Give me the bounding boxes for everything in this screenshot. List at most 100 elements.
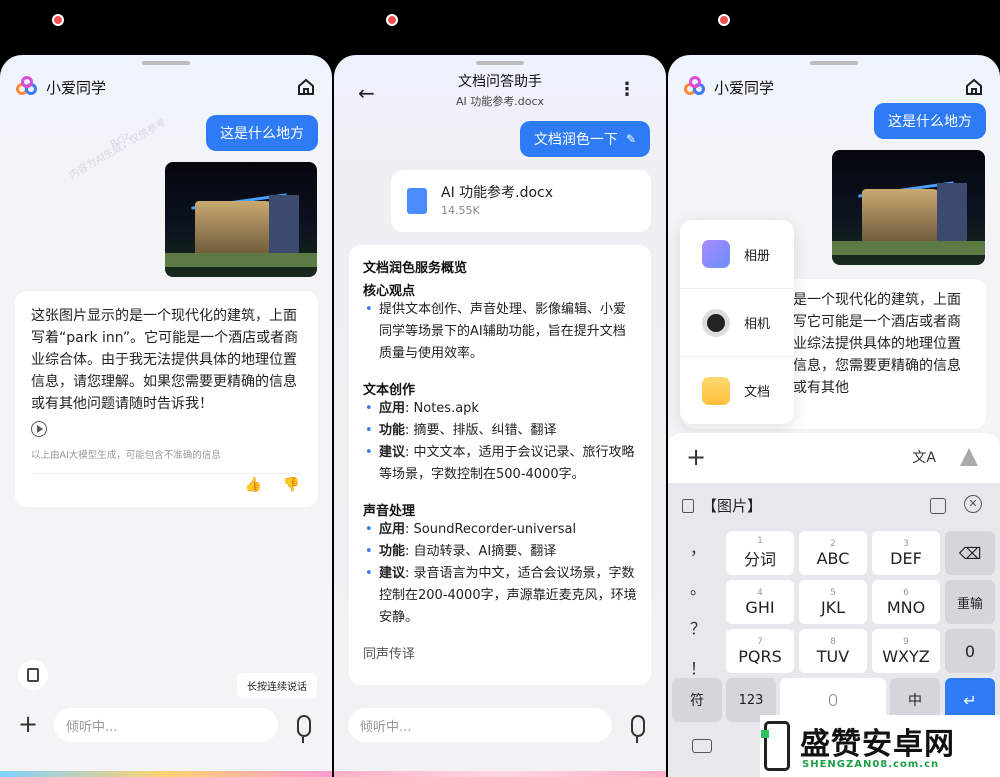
user-message: 这是什么地方 bbox=[874, 103, 986, 139]
list-value: : 录音语言为中文，适合会议场景，字数控制在200-4000字，声源靠近麦克风，… bbox=[379, 566, 637, 625]
list-value: : Notes.apk bbox=[405, 401, 479, 416]
list-item: 建议: 录音语言为中文，适合会议场景，字数控制在200-4000字，声源靠近麦克… bbox=[363, 563, 637, 629]
list-item: 应用: Notes.apk bbox=[363, 398, 637, 420]
key-label: WXYZ bbox=[882, 646, 930, 666]
key-4[interactable]: 4 GHI bbox=[726, 580, 794, 624]
add-icon[interactable]: + bbox=[686, 443, 706, 471]
section-title: 同声传译 bbox=[363, 647, 416, 662]
list-value: : 自动转录、AI摘要、翻译 bbox=[405, 544, 557, 559]
doc-header: 文档问答助手 AI 功能参考.docx bbox=[334, 71, 666, 109]
user-message: 这是什么地方 bbox=[206, 115, 318, 151]
album-icon bbox=[702, 240, 730, 268]
reenter-key[interactable]: 重输 bbox=[945, 580, 995, 624]
key-num: 5 bbox=[830, 587, 836, 598]
key-5[interactable]: 5 JKL bbox=[799, 580, 867, 624]
voice-input[interactable]: 倾听中... bbox=[348, 708, 612, 742]
brand-url: SHENGZAN08.com.cn bbox=[802, 759, 940, 770]
list-item: 功能: 自动转录、AI摘要、翻译 bbox=[363, 541, 637, 563]
key-num: 3 bbox=[903, 538, 909, 549]
list-value: : 摘要、排版、纠错、翻译 bbox=[405, 423, 557, 438]
core-title: 核心观点 bbox=[363, 284, 416, 299]
compose-bar: + 文A bbox=[668, 433, 1000, 483]
ime-mode-icon[interactable] bbox=[930, 498, 946, 514]
key-label: JKL bbox=[820, 597, 846, 617]
backspace-key[interactable]: ⌫ bbox=[945, 531, 995, 575]
play-icon[interactable] bbox=[31, 421, 47, 437]
header: 小爱同学 bbox=[0, 69, 332, 105]
panel-attach-keyboard: 小爱同学 这是什么地方 是一个现代化的建筑，上面写它可能是一个酒店或者商业综法提… bbox=[668, 55, 1000, 777]
section-title: 文本创作 bbox=[363, 383, 416, 398]
menu-item-camera[interactable]: 相机 bbox=[680, 288, 794, 356]
core-text: 提供文本创作、声音处理、影像编辑、小爱同学等场景下的AI辅助功能，旨在提升文档质… bbox=[363, 299, 637, 365]
file-name: AI 功能参考.docx bbox=[441, 185, 554, 201]
menu-item-document[interactable]: 文档 bbox=[680, 356, 794, 424]
key-3[interactable]: 3 DEF bbox=[872, 531, 940, 575]
voice-input[interactable]: 倾听中... bbox=[54, 708, 278, 742]
assistant-title: 文档问答助手 bbox=[458, 74, 542, 90]
add-icon[interactable]: + bbox=[18, 710, 38, 738]
assistant-subtitle: AI 功能参考.docx bbox=[455, 95, 545, 108]
translate-icon[interactable]: 文A bbox=[912, 447, 936, 467]
more-icon[interactable]: ⋮ bbox=[618, 79, 636, 100]
key-num: 4 bbox=[757, 587, 763, 598]
drag-handle[interactable] bbox=[476, 61, 524, 65]
drag-handle[interactable] bbox=[142, 61, 190, 65]
list-key: 建议 bbox=[379, 445, 406, 460]
user-message-text: 文档润色一下 bbox=[533, 132, 618, 148]
header: 小爱同学 bbox=[668, 69, 1000, 105]
key-2[interactable]: 2 ABC bbox=[799, 531, 867, 575]
uploaded-photo[interactable] bbox=[165, 162, 317, 277]
send-icon[interactable] bbox=[960, 448, 978, 466]
attach-menu: 相册 相机 文档 bbox=[680, 220, 794, 424]
close-icon[interactable]: ✕ bbox=[964, 495, 982, 513]
symbol-key[interactable]: ？ bbox=[688, 615, 708, 639]
thumbs-down-icon[interactable]: 👎 bbox=[283, 477, 300, 493]
app-title: 小爱同学 bbox=[46, 78, 107, 97]
hold-icon bbox=[27, 668, 39, 682]
key-8[interactable]: 8 TUV bbox=[799, 629, 867, 673]
uploaded-photo[interactable] bbox=[832, 150, 985, 265]
key-7[interactable]: 7 PQRS bbox=[726, 629, 794, 673]
symbol-mode-key[interactable]: 符 bbox=[672, 678, 722, 722]
xiaoai-logo-icon bbox=[684, 76, 706, 98]
ai-disclaimer: 以上由AI大模型生成，可能包含不准确的信息 bbox=[31, 450, 221, 461]
symbol-key[interactable]: ， bbox=[688, 535, 708, 559]
section-title: 声音处理 bbox=[363, 504, 416, 519]
key-9[interactable]: 9 WXYZ bbox=[872, 629, 940, 673]
list-key: 功能 bbox=[379, 423, 406, 438]
list-key: 功能 bbox=[379, 544, 406, 559]
mic-icon[interactable] bbox=[297, 715, 311, 743]
symbol-key[interactable]: ！ bbox=[688, 655, 708, 679]
menu-item-album[interactable]: 相册 bbox=[680, 220, 794, 288]
answer-card: 文档润色服务概览 核心观点 提供文本创作、声音处理、影像编辑、小爱同学等场景下的… bbox=[349, 245, 651, 685]
keyboard-switch-icon[interactable] bbox=[692, 739, 712, 753]
edit-icon: ✎ bbox=[625, 132, 636, 146]
answer-heading: 文档润色服务概览 bbox=[363, 261, 468, 276]
drag-handle[interactable] bbox=[810, 61, 858, 65]
list-key: 应用 bbox=[379, 522, 406, 537]
home-icon[interactable] bbox=[296, 77, 316, 97]
document-icon bbox=[702, 376, 730, 405]
speaker-button[interactable] bbox=[18, 660, 48, 690]
key-label: MNO bbox=[886, 597, 926, 617]
brand-name: 盛赞安卓网 bbox=[800, 727, 955, 762]
panel-doc-assistant: ← 文档问答助手 AI 功能参考.docx ⋮ 文档润色一下 ✎ AI 功能参考… bbox=[334, 55, 666, 777]
menu-label: 相册 bbox=[744, 248, 771, 264]
list-key: 建议 bbox=[379, 566, 406, 581]
key-6[interactable]: 6 MNO bbox=[872, 580, 940, 624]
list-item: 建议: 中文文本，适用于会议记录、旅行攻略等场景，字数控制在500-4000字。 bbox=[363, 442, 637, 486]
key-label: 分词 bbox=[743, 550, 776, 569]
key-1[interactable]: 1 分词 bbox=[726, 531, 794, 575]
clipboard-icon[interactable] bbox=[682, 499, 694, 513]
home-icon[interactable] bbox=[964, 77, 984, 97]
status-indicator bbox=[52, 14, 64, 26]
menu-label: 文档 bbox=[744, 385, 771, 400]
thumbs-up-icon[interactable]: 👍 bbox=[245, 477, 262, 493]
mic-icon[interactable] bbox=[631, 715, 645, 743]
key-label: DEF bbox=[890, 548, 922, 568]
zero-key[interactable]: 0 bbox=[945, 629, 995, 673]
file-card[interactable]: AI 功能参考.docx 14.55K bbox=[391, 170, 651, 232]
key-label: PQRS bbox=[738, 646, 782, 666]
site-logo: 盛赞安卓网 SHENGZAN08.com.cn bbox=[760, 715, 1000, 777]
symbol-key[interactable]: 。 bbox=[688, 575, 708, 599]
